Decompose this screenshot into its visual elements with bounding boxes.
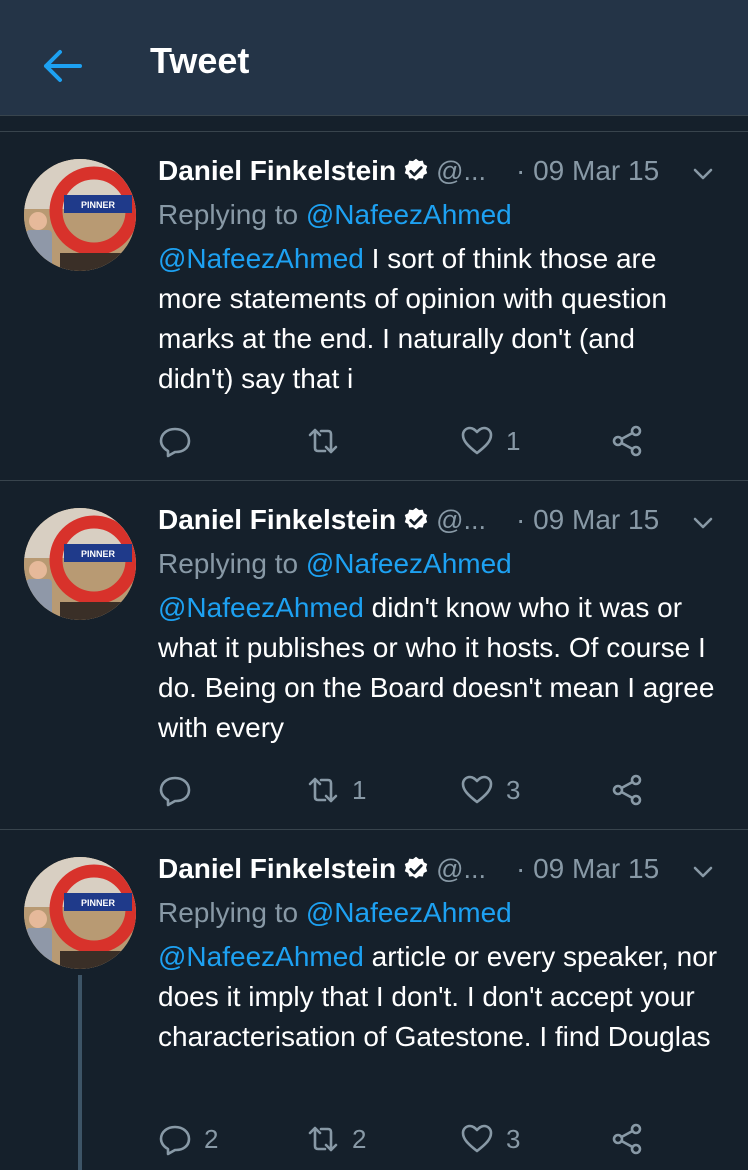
replying-to: Replying to @NafeezAhmed: [158, 897, 512, 929]
like-count: 3: [506, 774, 521, 805]
verified-badge-icon: [404, 856, 428, 879]
retweet-count: 1: [352, 774, 367, 805]
retweet-button[interactable]: 1: [306, 770, 366, 810]
display-name[interactable]: Daniel Finkelstein: [158, 853, 396, 884]
heart-icon: [461, 426, 493, 455]
replying-to-link[interactable]: @NafeezAhmed: [306, 897, 512, 928]
replying-to-link[interactable]: @NafeezAhmed: [306, 548, 512, 579]
user-handle[interactable]: @...: [436, 156, 486, 186]
replying-to: Replying to @NafeezAhmed: [158, 199, 512, 231]
retweet-count: 2: [352, 1123, 367, 1154]
tweet-date: · 09 Mar 15: [516, 155, 660, 186]
back-button[interactable]: [40, 44, 84, 88]
tweet-actions: 1: [158, 421, 678, 461]
chevron-down-icon[interactable]: [692, 512, 714, 534]
reply-button[interactable]: 2: [158, 1119, 218, 1159]
thread-line: [78, 975, 82, 1170]
heart-icon: [461, 775, 493, 804]
tweet-text: @NafeezAhmed I sort of think those are m…: [158, 239, 718, 399]
tweet-header: Daniel Finkelstein @... · 09 Mar 15: [158, 853, 728, 889]
replying-label: Replying to: [158, 897, 306, 928]
share-button[interactable]: [610, 770, 644, 810]
replying-label: Replying to: [158, 548, 306, 579]
share-icon: [612, 425, 642, 457]
tweet-text: @NafeezAhmed didn't know who it was or w…: [158, 588, 718, 748]
mention-link[interactable]: @NafeezAhmed: [158, 941, 364, 972]
avatar-sign-text: PINNER: [81, 898, 116, 908]
replying-to: Replying to @NafeezAhmed: [158, 548, 512, 580]
avatar-sign-text: PINNER: [81, 200, 116, 210]
chevron-down-icon[interactable]: [692, 861, 714, 883]
display-name[interactable]: Daniel Finkelstein: [158, 504, 396, 535]
heart-icon: [461, 1124, 493, 1153]
retweet-icon: [308, 428, 338, 454]
retweet-button[interactable]: [306, 421, 352, 461]
avatar[interactable]: PINNER: [24, 857, 136, 969]
retweet-icon: [308, 777, 338, 803]
tweet-date: · 09 Mar 15: [516, 853, 660, 884]
share-icon: [612, 774, 642, 806]
chevron-down-icon[interactable]: [692, 163, 714, 185]
like-button[interactable]: 3: [460, 1119, 520, 1159]
tweet[interactable]: PINNER Daniel Finkelstein @... · 09 Mar 1…: [0, 831, 748, 1170]
tweet-actions: 2 2 3: [158, 1119, 678, 1159]
reply-button[interactable]: [158, 770, 204, 810]
replying-label: Replying to: [158, 199, 306, 230]
top-app-bar: Tweet: [0, 0, 748, 116]
user-handle[interactable]: @...: [436, 854, 486, 884]
user-handle[interactable]: @...: [436, 505, 486, 535]
share-icon: [612, 1123, 642, 1155]
avatar[interactable]: PINNER: [24, 159, 136, 271]
avatar[interactable]: PINNER: [24, 508, 136, 620]
mention-link[interactable]: @NafeezAhmed: [158, 243, 364, 274]
reply-icon: [159, 1125, 191, 1156]
tweet-text: @NafeezAhmed article or every speaker, n…: [158, 937, 718, 1057]
like-button[interactable]: 1: [460, 421, 520, 461]
retweet-button[interactable]: 2: [306, 1119, 366, 1159]
like-count: 3: [506, 1123, 521, 1154]
tweet-header: Daniel Finkelstein @... · 09 Mar 15: [158, 155, 728, 191]
tweet[interactable]: PINNER Daniel Finkelstein @... · 09 Mar 1…: [0, 133, 748, 481]
replying-to-link[interactable]: @NafeezAhmed: [306, 199, 512, 230]
like-count: 1: [506, 425, 521, 456]
share-button[interactable]: [610, 421, 644, 461]
page-title: Tweet: [150, 40, 250, 81]
back-arrow-icon: [44, 50, 82, 82]
reply-button[interactable]: [158, 421, 204, 461]
reply-icon: [159, 776, 191, 807]
verified-badge-icon: [404, 507, 428, 530]
reply-count: 2: [204, 1123, 219, 1154]
header-spacer: [0, 117, 748, 132]
tweet[interactable]: PINNER Daniel Finkelstein @... · 09 Mar 1…: [0, 482, 748, 830]
verified-badge-icon: [404, 158, 428, 181]
reply-icon: [159, 427, 191, 458]
mention-link[interactable]: @NafeezAhmed: [158, 592, 364, 623]
like-button[interactable]: 3: [460, 770, 520, 810]
tweet-header: Daniel Finkelstein @... · 09 Mar 15: [158, 504, 728, 540]
tweet-actions: 1 3: [158, 770, 678, 810]
retweet-icon: [308, 1126, 338, 1152]
tweet-date: · 09 Mar 15: [516, 504, 660, 535]
avatar-sign-text: PINNER: [81, 549, 116, 559]
display-name[interactable]: Daniel Finkelstein: [158, 155, 396, 186]
share-button[interactable]: [610, 1119, 644, 1159]
